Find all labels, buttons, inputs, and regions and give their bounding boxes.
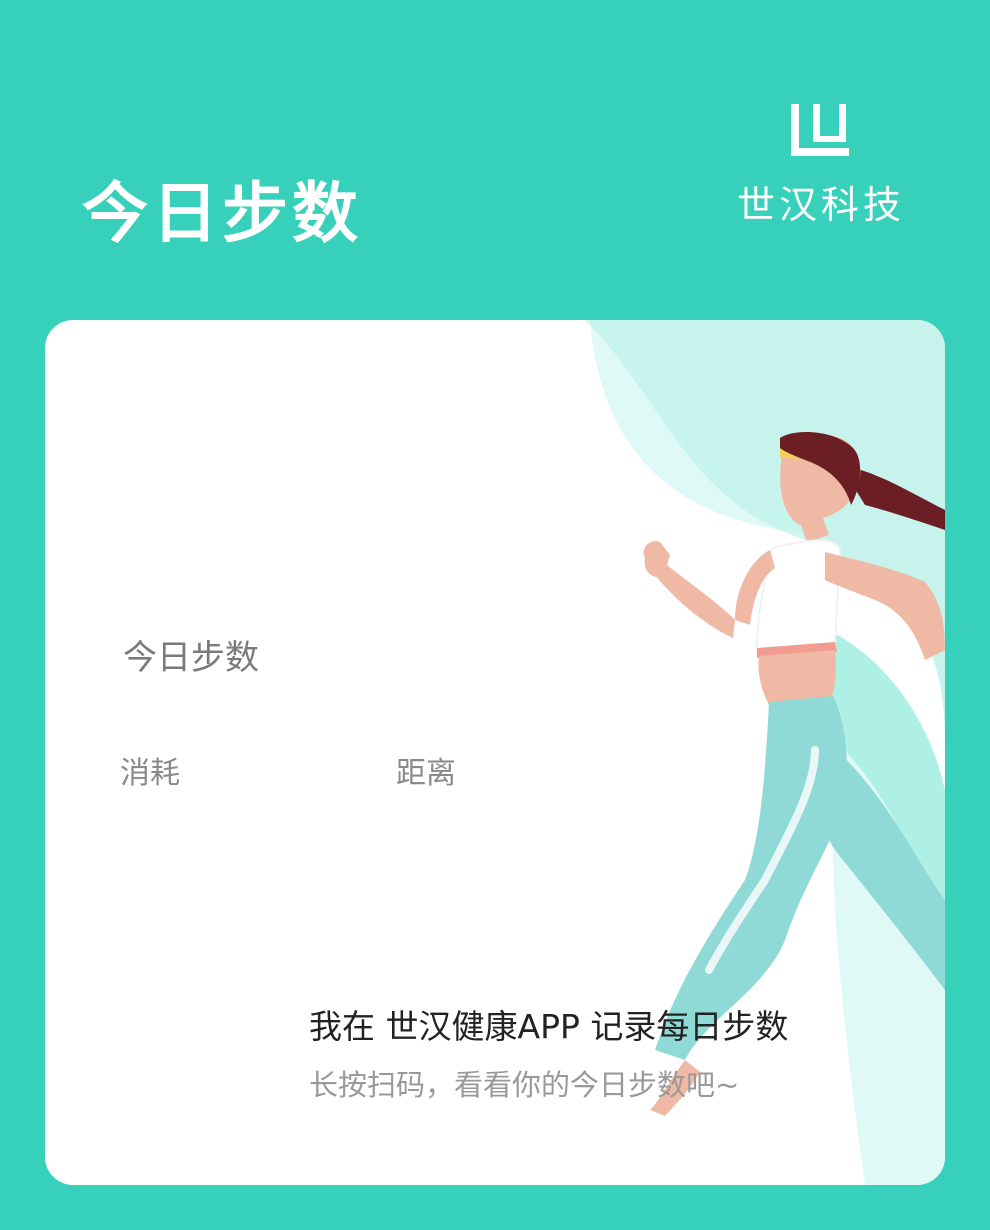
brand: 世汉科技 [726,100,916,229]
page-title: 今日步数 [82,175,362,252]
brand-name: 世汉科技 [736,183,905,227]
share-subtitle: 长按扫码，看看你的今日步数吧~ [309,1068,740,1102]
share-title: 我在 世汉健康APP 记录每日步数 [309,1007,789,1046]
running-woman-illustration [585,320,945,1185]
today-steps-label: 今日步数 [123,638,259,678]
distance-label: 距离 [396,756,456,791]
brand-logo-icon [791,104,849,156]
calories-label: 消耗 [120,756,180,791]
step-card: 今日步数 消耗 距离 我在 世汉健康APP 记录每日步数 长按扫码，看看你的今日… [45,320,945,1185]
